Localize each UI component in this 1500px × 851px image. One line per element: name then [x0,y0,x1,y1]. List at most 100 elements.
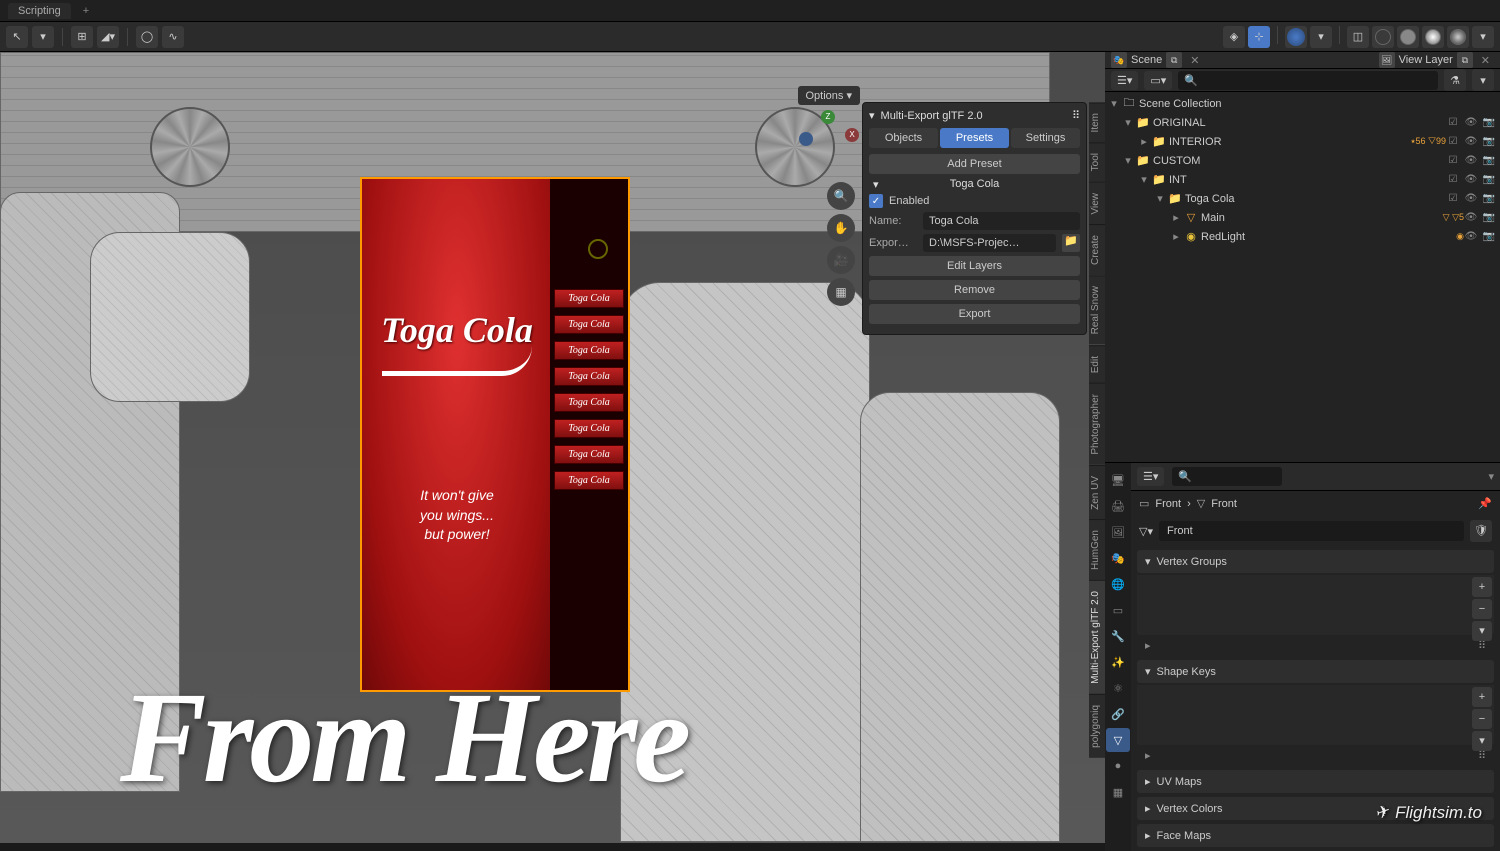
preset-header[interactable]: ▾Toga Cola [869,178,1080,190]
sidetab-tool[interactable]: Tool [1089,142,1105,181]
gizmo-toggle[interactable]: ⊹ [1248,26,1270,48]
shading-matprev[interactable] [1422,26,1444,48]
snap-dropdown[interactable]: ◢▾ [97,26,119,48]
outliner-mode-dropdown[interactable]: ☰▾ [1111,71,1138,90]
copy-scene-icon[interactable]: ⧉ [1166,52,1182,68]
shading-render[interactable] [1447,26,1469,48]
gizmo-icon[interactable]: ◈ [1223,26,1245,48]
snap-icon[interactable]: ⊞ [71,26,93,48]
outliner-row[interactable]: ▸▽Main▽ ▽5👁📷 [1105,208,1500,227]
tab-presets[interactable]: Presets [940,128,1009,148]
proportional-icon[interactable]: ◯ [136,26,158,48]
outliner-row[interactable]: ▸◉RedLight◉👁📷 [1105,227,1500,246]
export-button[interactable]: Export [869,304,1080,324]
perspective-icon[interactable]: ▦ [827,278,855,306]
navigation-gizmo[interactable]: Z X [803,112,853,162]
prop-tab-output[interactable]: 🖨 [1106,494,1130,518]
curve-icon[interactable]: ∿ [162,26,184,48]
fake-user-icon[interactable]: 🛡 [1470,520,1492,542]
add-workspace-button[interactable]: + [77,5,95,17]
prop-tab-texture[interactable]: ▦ [1106,780,1130,804]
options-dropdown[interactable]: Options ▾ [798,86,861,105]
prop-tab-viewlayer[interactable]: 🖼 [1106,520,1130,544]
remove-icon[interactable]: − [1472,709,1492,729]
outliner-row-scene[interactable]: ▾🗀Scene Collection [1105,94,1500,113]
outliner-row[interactable]: ▾📁CUSTOM☑👁📷 [1105,151,1500,170]
outliner-row[interactable]: ▸📁INTERIOR⭑56 ▽99☑👁📷 [1105,132,1500,151]
prop-tab-material[interactable]: ● [1106,754,1130,778]
data-name-field[interactable]: Front [1159,521,1464,541]
menu-icon[interactable]: ▾ [1472,621,1492,641]
prop-tab-particles[interactable]: ✨ [1106,650,1130,674]
remove-button[interactable]: Remove [869,280,1080,300]
prop-tab-world[interactable]: 🌐 [1106,572,1130,596]
section-vertex-groups[interactable]: ▾Vertex Groups [1137,550,1494,573]
sidetab-view[interactable]: View [1089,182,1105,225]
section-uv-maps[interactable]: ▸UV Maps [1137,770,1494,793]
mode-dropdown[interactable]: ▾ [32,26,54,48]
panel-header[interactable]: ▾Multi-Export glTF 2.0⠿ [869,109,1080,122]
section-vertex-colors[interactable]: ▸Vertex Colors [1137,797,1494,820]
copy-layer-icon[interactable]: ⧉ [1457,52,1473,68]
remove-icon[interactable]: − [1472,599,1492,619]
prop-tab-data[interactable]: ▽ [1106,728,1130,752]
outliner-row[interactable]: ▾📁Toga Cola☑👁📷 [1105,189,1500,208]
edit-layers-button[interactable]: Edit Layers [869,256,1080,276]
cursor-icon[interactable]: ↖ [6,26,28,48]
scene-name[interactable]: Scene [1131,54,1162,66]
folder-icon[interactable]: 📁 [1062,234,1080,252]
enabled-checkbox[interactable]: ✓Enabled [869,194,1080,208]
xray-icon[interactable]: ◫ [1347,26,1369,48]
zoom-icon[interactable]: 🔍 [827,182,855,210]
sidetab-realsnow[interactable]: Real Snow [1089,275,1105,344]
tab-settings[interactable]: Settings [1011,128,1080,148]
shading-dropdown[interactable]: ▾ [1472,26,1494,48]
props-mode-dropdown[interactable]: ☰▾ [1137,467,1164,486]
outliner-row[interactable]: ▾📁ORIGINAL☑👁📷 [1105,113,1500,132]
shading-wire[interactable] [1372,26,1394,48]
prop-tab-object[interactable]: ▭ [1106,598,1130,622]
shading-solid[interactable] [1397,26,1419,48]
close-layer-icon[interactable]: ✕ [1477,54,1494,67]
section-face-maps[interactable]: ▸Face Maps [1137,824,1494,847]
axis-x-icon[interactable]: X [845,128,859,142]
filter-icon[interactable]: ⚗ [1444,69,1466,91]
axis-z-icon[interactable]: Z [821,110,835,124]
sidetab-polygoniq[interactable]: polygoniq [1089,694,1105,758]
section-shape-keys[interactable]: ▾Shape Keys [1137,660,1494,683]
pin-icon[interactable]: 📌 [1478,497,1492,510]
pan-icon[interactable]: ✋ [827,214,855,242]
prop-tab-render[interactable]: 🖥 [1106,468,1130,492]
overlay-dropdown[interactable]: ▾ [1310,26,1332,48]
camera-icon[interactable]: 🎥 [827,246,855,274]
3d-viewport[interactable]: Toga Cola It won't give you wings... but… [0,52,1105,843]
sidetab-humgen[interactable]: HumGen [1089,519,1105,580]
add-preset-button[interactable]: Add Preset [869,154,1080,174]
new-collection-icon[interactable]: ▾ [1472,69,1494,91]
outliner-row[interactable]: ▾📁INT☑👁📷 [1105,170,1500,189]
workspace-tab-scripting[interactable]: Scripting [8,3,71,19]
overlay-toggle[interactable] [1285,26,1307,48]
props-search[interactable]: 🔍 [1172,467,1282,486]
sidetab-zenuv[interactable]: Zen UV [1089,465,1105,520]
add-icon[interactable]: + [1472,687,1492,707]
viewlayer-icon[interactable]: 🖼 [1379,52,1395,68]
tab-objects[interactable]: Objects [869,128,938,148]
prop-tab-scene[interactable]: 🎭 [1106,546,1130,570]
object-toga-cola[interactable]: Toga Cola It won't give you wings... but… [360,177,630,692]
outliner-search[interactable]: 🔍 [1178,71,1438,90]
outliner-tree[interactable]: ▾🗀Scene Collection ▾📁ORIGINAL☑👁📷▸📁INTERI… [1105,92,1500,462]
menu-icon[interactable]: ▾ [1472,731,1492,751]
axis-y-icon[interactable] [799,132,813,146]
prop-tab-constraints[interactable]: 🔗 [1106,702,1130,726]
options-icon[interactable]: ▾ [1488,470,1494,483]
sidetab-photographer[interactable]: Photographer [1089,383,1105,465]
viewlayer-name[interactable]: View Layer [1399,54,1453,66]
add-icon[interactable]: + [1472,577,1492,597]
prop-tab-physics[interactable]: ⚛ [1106,676,1130,700]
name-field[interactable]: Toga Cola [923,212,1080,230]
scene-icon[interactable]: 🎭 [1111,52,1127,68]
prop-tab-modifiers[interactable]: 🔧 [1106,624,1130,648]
sidetab-edit[interactable]: Edit [1089,345,1105,383]
export-path-field[interactable]: D:\MSFS-Projec… [923,234,1056,252]
